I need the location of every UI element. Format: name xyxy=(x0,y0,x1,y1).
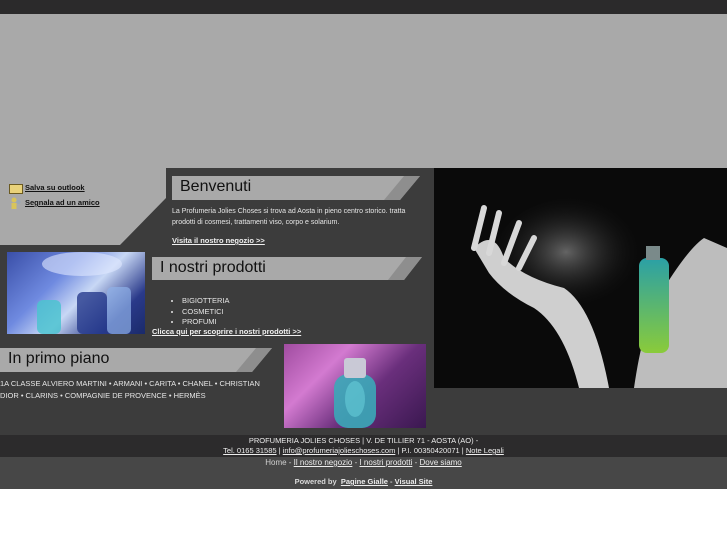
product-item: PROFUMI xyxy=(182,317,230,328)
email-link[interactable]: info@profumeriajolieschoses.com xyxy=(283,446,396,455)
pagine-gialle-link[interactable]: Pagine Gialle xyxy=(341,477,388,486)
nav-home[interactable]: Home xyxy=(265,458,286,467)
welcome-title-bar: Benvenuti xyxy=(172,176,420,200)
footer-contacts: Tel. 0165 31585 | info@profumeriajoliesc… xyxy=(0,446,727,455)
products-list: BIGIOTTERIA COSMETICI PROFUMI xyxy=(152,296,230,328)
product-item: BIGIOTTERIA xyxy=(182,296,230,307)
nav-shop-link[interactable]: Il nostro negozio xyxy=(294,458,353,467)
powered-by-label: Powered by xyxy=(294,477,337,486)
cosmetics-image xyxy=(7,252,145,334)
discover-products-link[interactable]: Clicca qui per scoprire i nostri prodott… xyxy=(152,327,301,336)
top-bar xyxy=(0,0,727,14)
perfume-spray-photo xyxy=(434,168,727,388)
tell-friend-label[interactable]: Segnala ad un amico xyxy=(25,198,100,207)
save-outlook-label[interactable]: Salva su outlook xyxy=(25,183,85,192)
visit-shop-link[interactable]: Visita il nostro negozio >> xyxy=(172,236,265,245)
nav-separator: - xyxy=(412,458,420,467)
powered-by: Powered by Pagine Gialle - Visual Site xyxy=(0,477,727,486)
outlook-icon xyxy=(9,184,23,194)
vat-text: | P.I. 00350420071 | xyxy=(395,446,466,455)
welcome-title: Benvenuti xyxy=(180,178,252,195)
panel-diagonal xyxy=(120,168,166,245)
welcome-text: La Profumeria Jolies Choses si trova ad … xyxy=(172,208,406,226)
nav-where-link[interactable]: Dove siamo xyxy=(420,458,462,467)
nav-separator: - xyxy=(286,458,294,467)
powered-separator: - xyxy=(387,477,395,486)
photo-footer-area xyxy=(434,388,727,435)
friends-icon xyxy=(10,197,21,209)
footer-nav: Home - Il nostro negozio - I nostri prod… xyxy=(0,458,727,467)
product-item: COSMETICI xyxy=(182,307,230,318)
featured-brands: 1A CLASSE ALVIERO MARTINI • ARMANI • CAR… xyxy=(0,379,260,400)
perfume-bottle-image xyxy=(284,344,426,428)
visual-site-link[interactable]: Visual Site xyxy=(395,477,433,486)
products-title: I nostri prodotti xyxy=(160,259,266,276)
featured-title-bar: In primo piano xyxy=(0,348,272,372)
header-banner xyxy=(0,14,727,168)
nav-products-link[interactable]: I nostri prodotti xyxy=(359,458,412,467)
phone-link[interactable]: Tel. 0165 31585 xyxy=(223,446,276,455)
products-title-bar: I nostri prodotti xyxy=(152,257,422,280)
legal-notes-link[interactable]: Note Legali xyxy=(466,446,504,455)
footer-address: PROFUMERIA JOLIES CHOSES | V. DE TILLIER… xyxy=(248,436,479,445)
featured-title: In primo piano xyxy=(8,350,110,367)
